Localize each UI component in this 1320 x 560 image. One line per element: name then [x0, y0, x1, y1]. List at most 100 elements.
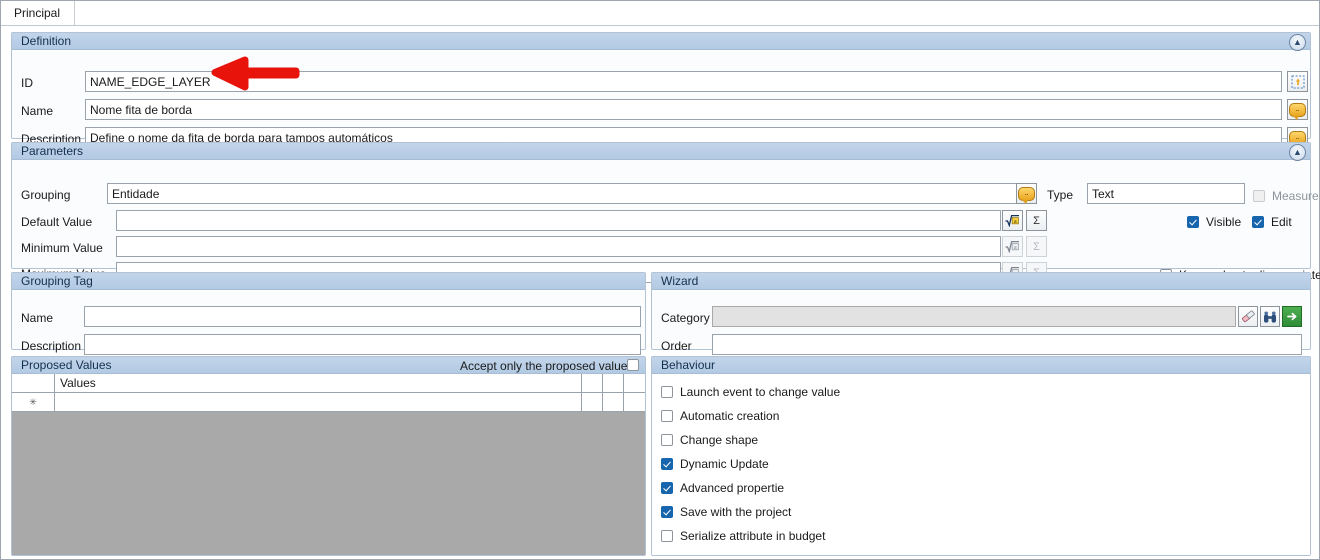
- definition-panel: Definition ▲ ID NAME_EDGE_LAYER Name Nom…: [11, 32, 1311, 148]
- parameters-collapse-chevron-up-icon[interactable]: ▲: [1289, 144, 1306, 161]
- default-value-sigma-icon-button[interactable]: Σ: [1026, 210, 1047, 231]
- eraser-icon: [1242, 310, 1255, 322]
- grouping-tag-description-label: Description: [21, 339, 82, 353]
- grouping-tag-panel: Grouping Tag Name Description: [11, 272, 646, 355]
- row-cell-5[interactable]: [624, 393, 645, 411]
- proposed-values-panel: Proposed Values Accept only the proposed…: [11, 356, 646, 556]
- measure-checkbox[interactable]: [1253, 190, 1265, 202]
- advanced-propertie-checkbox[interactable]: [661, 482, 673, 494]
- select-entity-icon: [1291, 75, 1304, 88]
- name-input[interactable]: Nome fita de borda: [85, 99, 1282, 120]
- definition-panel-title: Definition: [21, 34, 72, 48]
- grouping-tag-name-input[interactable]: [84, 306, 641, 327]
- automatic-creation-checkbox[interactable]: [661, 410, 673, 422]
- grid-header-marker-col: [12, 374, 55, 392]
- wizard-green-arrow-right-icon-button[interactable]: [1282, 306, 1302, 327]
- grouping-tag-panel-header: Grouping Tag: [12, 273, 645, 290]
- behaviour-item-change-shape[interactable]: Change shape: [661, 433, 758, 447]
- advanced-propertie-label: Advanced propertie: [680, 481, 785, 495]
- grid-header-values-col[interactable]: Values: [55, 374, 582, 392]
- grid-header-col-5: [624, 374, 645, 392]
- behaviour-item-save-with-project[interactable]: Save with the project: [661, 505, 791, 519]
- grouping-select[interactable]: Entidade: [107, 183, 1027, 204]
- svg-text:a: a: [1014, 219, 1017, 225]
- parameters-panel-header: Parameters ▲: [12, 143, 1310, 161]
- proposed-values-panel-body: Values ✳: [12, 374, 645, 555]
- behaviour-item-dynamic-update[interactable]: Dynamic Update: [661, 457, 769, 471]
- translate-icon: ..: [1018, 186, 1035, 204]
- wizard-panel-header: Wizard: [652, 273, 1310, 290]
- serialize-attribute-checkbox[interactable]: [661, 530, 673, 542]
- launch-event-checkbox[interactable]: [661, 386, 673, 398]
- accept-only-proposed-values-checkbox[interactable]: [627, 359, 639, 371]
- grouping-tag-description-input[interactable]: [84, 334, 641, 355]
- wizard-binoculars-icon-button[interactable]: [1260, 306, 1280, 327]
- definition-panel-body: ID NAME_EDGE_LAYER Name Nome fita de bor…: [12, 50, 1310, 148]
- grouping-tag-panel-body: Name Description: [12, 290, 645, 355]
- edit-checkbox-row[interactable]: Edit: [1252, 215, 1292, 229]
- type-select[interactable]: Text: [1087, 183, 1245, 204]
- translate-icon: ..: [1289, 102, 1306, 120]
- green-arrow-right-icon: [1286, 312, 1296, 321]
- minimum-value-input[interactable]: [116, 236, 1001, 257]
- automatic-creation-label: Automatic creation: [680, 409, 780, 423]
- behaviour-item-launch-event[interactable]: Launch event to change value: [661, 385, 840, 399]
- definition-panel-header: Definition ▲: [12, 33, 1310, 51]
- minimum-value-formula-sqrt-a-icon-button[interactable]: a: [1002, 236, 1023, 257]
- name-translate-icon-button[interactable]: ..: [1287, 99, 1308, 120]
- serialize-attribute-label: Serialize attribute in budget: [680, 529, 826, 543]
- dynamic-update-label: Dynamic Update: [680, 457, 769, 471]
- definition-collapse-chevron-up-icon[interactable]: ▲: [1289, 34, 1306, 51]
- visible-checkbox[interactable]: [1187, 216, 1199, 228]
- edit-checkbox[interactable]: [1252, 216, 1264, 228]
- wizard-category-label: Category: [661, 311, 710, 325]
- grouping-tag-panel-title: Grouping Tag: [21, 274, 93, 288]
- grouping-label: Grouping: [21, 188, 71, 202]
- sigma-icon: Σ: [1033, 240, 1040, 253]
- tab-principal-label: Principal: [14, 6, 61, 20]
- parameters-panel-body: Grouping Entidade .. Type Text Measure D…: [12, 160, 1320, 283]
- wizard-panel-title: Wizard: [661, 274, 699, 288]
- wizard-order-input[interactable]: [712, 334, 1302, 355]
- row-value-cell[interactable]: [55, 393, 582, 411]
- proposed-values-grid-header: Values: [12, 374, 645, 393]
- wizard-eraser-icon-button[interactable]: [1238, 306, 1258, 327]
- formula-sqrt-a-icon: a: [1005, 214, 1019, 227]
- tab-strip: Principal: [1, 1, 1319, 26]
- id-label: ID: [21, 76, 33, 90]
- behaviour-panel-title: Behaviour: [661, 358, 716, 372]
- visible-label: Visible: [1206, 215, 1242, 229]
- change-shape-checkbox[interactable]: [661, 434, 673, 446]
- save-with-project-checkbox[interactable]: [661, 506, 673, 518]
- behaviour-panel-body: Launch event to change value Automatic c…: [652, 374, 1310, 555]
- grouping-translate-icon-button[interactable]: ..: [1016, 183, 1037, 204]
- behaviour-item-automatic-creation[interactable]: Automatic creation: [661, 409, 779, 423]
- row-new-marker: ✳: [12, 393, 55, 411]
- behaviour-item-advanced-propertie[interactable]: Advanced propertie: [661, 481, 784, 495]
- wizard-order-label: Order: [661, 339, 692, 353]
- table-row[interactable]: ✳: [12, 393, 645, 412]
- measure-label: Measure: [1272, 189, 1319, 203]
- behaviour-panel-header: Behaviour: [652, 357, 1310, 374]
- measure-checkbox-row[interactable]: Measure: [1253, 189, 1319, 203]
- wizard-category-input: [712, 306, 1236, 327]
- grouping-tag-name-label: Name: [21, 311, 54, 325]
- id-input[interactable]: NAME_EDGE_LAYER: [85, 71, 1282, 92]
- minimum-value-label: Minimum Value: [21, 241, 103, 255]
- proposed-values-panel-title: Proposed Values: [21, 358, 112, 372]
- minimum-value-sigma-icon-button[interactable]: Σ: [1026, 236, 1047, 257]
- parameters-panel: Parameters ▲ Grouping Entidade .. Type T…: [11, 142, 1320, 283]
- row-cell-4[interactable]: [603, 393, 624, 411]
- tab-principal[interactable]: Principal: [2, 1, 76, 25]
- launch-event-label: Launch event to change value: [680, 385, 841, 399]
- row-cell-3[interactable]: [582, 393, 603, 411]
- visible-checkbox-row[interactable]: Visible: [1187, 215, 1241, 229]
- default-value-formula-sqrt-a-icon-button[interactable]: a: [1002, 210, 1023, 231]
- proposed-values-grid: Values ✳: [12, 374, 645, 555]
- formula-sqrt-a-icon: a: [1005, 240, 1019, 253]
- select-entity-icon-button[interactable]: [1287, 71, 1308, 92]
- sigma-icon: Σ: [1033, 214, 1040, 227]
- dynamic-update-checkbox[interactable]: [661, 458, 673, 470]
- behaviour-item-serialize-attribute[interactable]: Serialize attribute in budget: [661, 529, 825, 543]
- default-value-input[interactable]: [116, 210, 1001, 231]
